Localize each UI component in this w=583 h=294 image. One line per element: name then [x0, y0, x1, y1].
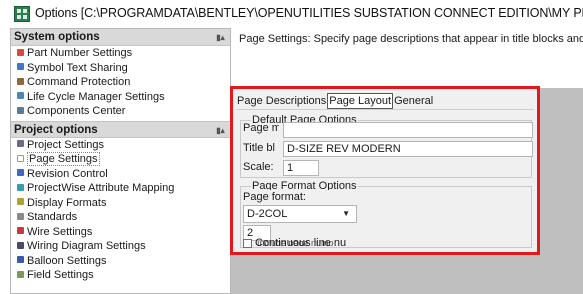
sidebar-item-label: Wire Settings — [27, 225, 93, 238]
title-block-label: Title bl — [243, 142, 275, 154]
project-options-list: Project Settings Page Settings Revision Co… — [11, 138, 230, 283]
page-layout-panel: Default Page Options Page m Title bl D-S… — [236, 109, 534, 249]
page-label: Page m — [243, 122, 279, 134]
standards-icon — [17, 212, 24, 220]
continuous-line-checkbox[interactable] — [243, 239, 252, 248]
page-description-text: Page Settings: Specify page descriptions… — [239, 33, 583, 45]
sidebar-item-balloon-settings[interactable]: Balloon Settings — [11, 254, 230, 269]
page-input[interactable] — [283, 122, 533, 138]
sidebar-item-page-settings[interactable]: Page Settings — [11, 152, 230, 167]
project-options-header[interactable]: Project options ▮▴ — [11, 120, 230, 138]
sidebar-item-label: Symbol Text Sharing — [27, 61, 128, 74]
display-formats-icon — [17, 198, 24, 206]
sidebar-item-projectwise-attribute-mapping[interactable]: ProjectWise Attribute Mapping — [11, 181, 230, 196]
balloon-settings-icon — [17, 256, 24, 264]
sidebar-item-revision-control[interactable]: Revision Control — [11, 167, 230, 182]
part-number-icon — [17, 48, 24, 56]
lifecycle-icon — [17, 92, 24, 100]
sidebar-item-life-cycle-manager-settings[interactable]: Life Cycle Manager Settings — [11, 90, 230, 105]
sidebar-item-label: Wiring Diagram Settings — [27, 240, 146, 252]
sidebar-item-command-protection[interactable]: Command Protection — [11, 75, 230, 90]
sidebar-item-part-number-settings[interactable]: Part Number Settings — [11, 46, 230, 61]
window-title: Options [C:\PROGRAMDATA\BENTLEY\OPENUTIL… — [35, 6, 583, 20]
page-format-dropdown[interactable]: D-2COL ▼ — [243, 205, 357, 223]
sidebar-item-label: Life Cycle Manager Settings — [27, 90, 165, 103]
tab-page-layout[interactable]: Page Layout — [327, 93, 394, 109]
symbol-text-icon — [17, 63, 24, 71]
components-center-icon — [17, 106, 24, 114]
projectwise-icon — [17, 183, 24, 191]
sidebar-item-label: Components Center — [27, 105, 126, 117]
wire-settings-icon — [17, 227, 24, 235]
sidebar-item-project-settings[interactable]: Project Settings — [11, 138, 230, 153]
system-options-list: Part Number Settings Symbol Text Sharing C… — [11, 46, 230, 119]
sidebar-item-label: Part Number Settings — [27, 47, 133, 59]
chevron-down-icon: ▼ — [342, 209, 350, 218]
sidebar-item-display-formats[interactable]: Display Formats — [11, 196, 230, 211]
sidebar-item-label: Project Settings — [27, 138, 105, 151]
sidebar-item-wiring-diagram-settings[interactable]: Wiring Diagram Settings — [11, 239, 230, 254]
sidebar-item-field-settings[interactable]: Field Settings — [11, 268, 230, 283]
collapse-icon[interactable]: ▮▴ — [215, 126, 226, 135]
sidebar-item-wire-settings[interactable]: Wire Settings — [11, 225, 230, 240]
tab-page-descriptions[interactable]: Page Descriptions — [236, 94, 327, 108]
project-settings-icon — [17, 140, 24, 148]
sidebar-item-label: ProjectWise Attribute Mapping — [27, 182, 175, 194]
sidebar-item-standards[interactable]: Standards — [11, 210, 230, 225]
sidebar-item-label: Command Protection — [27, 76, 131, 88]
page-settings-dialog: Page Descriptions Page Layout General Defa… — [233, 89, 537, 252]
title-block-field[interactable]: D-SIZE REV MODERN — [283, 141, 533, 157]
project-options-title: Project options — [14, 123, 98, 136]
revision-control-icon — [17, 169, 24, 177]
system-options-title: System options — [14, 31, 100, 43]
field-settings-icon — [17, 270, 24, 278]
title-bar: Options [C:\PROGRAMDATA\BENTLEY\OPENUTIL… — [0, 0, 583, 28]
page-format-options-title: Page Format Options — [251, 181, 358, 190]
sidebar-item-components-center[interactable]: Components Center — [11, 104, 230, 119]
sidebar-item-label: Field Settings — [27, 269, 94, 281]
scale-label: Scale: — [243, 161, 274, 171]
sidebar-item-label: Balloon Settings — [27, 254, 107, 267]
tab-general[interactable]: General — [393, 94, 434, 108]
tab-strip: Page Descriptions Page Layout General — [236, 93, 434, 109]
default-page-options-group: Default Page Options Page m Title bl D-S… — [240, 115, 533, 178]
page-format-label: Page format: — [243, 191, 306, 203]
wiring-diagram-icon — [17, 241, 24, 249]
sidebar-item-label: Page Settings — [27, 152, 100, 166]
sidebar-item-label: Display Formats — [27, 196, 107, 209]
scale-field[interactable]: 1 — [283, 160, 319, 176]
sidebar-item-label: Standards — [27, 211, 78, 223]
collapse-icon[interactable]: ▮▴ — [215, 34, 226, 42]
continuous-line-label: Continuous line nu — [255, 237, 347, 249]
app-grid-icon — [14, 6, 30, 22]
options-sidebar: System options ▮▴ Part Number Settings Sy… — [10, 28, 231, 294]
system-options-header[interactable]: System options ▮▴ — [11, 29, 230, 46]
page-format-value: D-2COL — [247, 208, 288, 220]
command-protection-icon — [17, 77, 24, 85]
page-settings-icon — [17, 154, 24, 162]
sidebar-item-label: Revision Control — [27, 167, 108, 180]
sidebar-item-symbol-text-sharing[interactable]: Symbol Text Sharing — [11, 61, 230, 76]
